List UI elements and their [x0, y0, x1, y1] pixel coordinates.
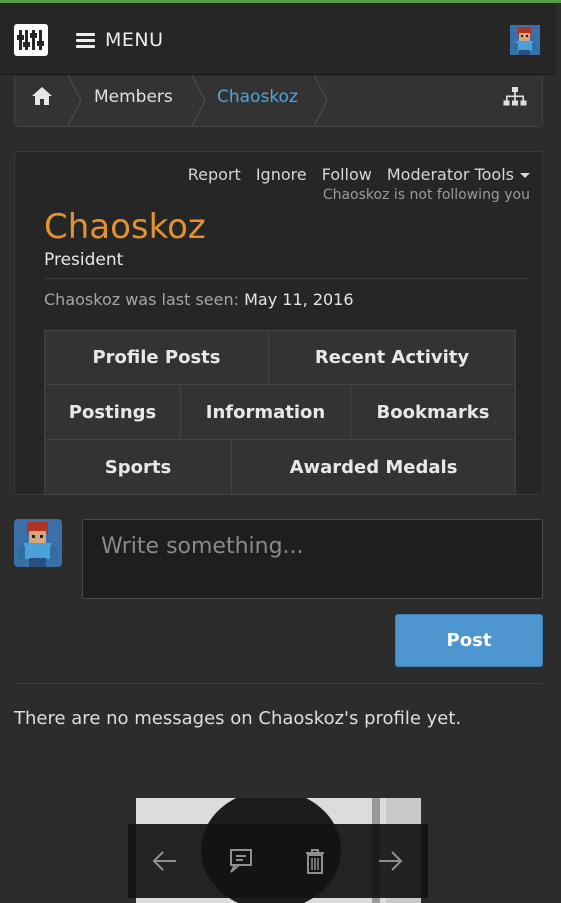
arrow-left-icon[interactable]	[150, 846, 180, 876]
trash-icon[interactable]	[300, 846, 330, 876]
breadcrumb-separator	[191, 74, 207, 127]
last-seen-value: May 11, 2016	[244, 290, 354, 309]
tab-postings[interactable]: Postings	[44, 384, 181, 440]
breadcrumb-separator	[67, 74, 83, 127]
hamburger-icon	[76, 32, 95, 48]
last-seen-label: Chaoskoz was last seen:	[44, 290, 240, 309]
menu-button[interactable]: MENU	[76, 25, 164, 55]
follow-status: Chaoskoz is not following you	[322, 187, 530, 203]
tab-bookmarks[interactable]: Bookmarks	[350, 384, 516, 440]
navbar: MENU	[0, 3, 556, 75]
report-link[interactable]: Report	[188, 165, 241, 184]
profile-post-input[interactable]: Write something...	[82, 519, 543, 599]
page: MENU Members Chaoskoz Report Ignore Foll…	[0, 0, 561, 903]
profile-username: Chaoskoz	[44, 207, 206, 247]
breadcrumb-current[interactable]: Chaoskoz	[217, 87, 298, 107]
comment-icon[interactable]	[225, 846, 255, 876]
moderator-tools-menu[interactable]: Moderator Tools	[387, 165, 530, 184]
profile-card: Report Ignore Follow Moderator Tools Cha…	[14, 151, 543, 495]
divider	[14, 683, 543, 684]
profile-user-title: President	[44, 250, 124, 270]
image-viewer-toolbar	[128, 824, 428, 898]
profile-actions: Report Ignore Follow Moderator Tools	[188, 165, 530, 184]
moderator-tools-label: Moderator Tools	[386, 165, 514, 184]
empty-messages-text: There are no messages on Chaoskoz's prof…	[14, 708, 462, 729]
breadcrumb-members[interactable]: Members	[94, 87, 173, 107]
sitemap-icon[interactable]	[503, 87, 527, 107]
app-logo[interactable]	[14, 24, 48, 56]
tab-awarded-medals[interactable]: Awarded Medals	[231, 439, 516, 495]
tab-recent-activity[interactable]: Recent Activity	[268, 330, 516, 385]
profile-post-placeholder: Write something...	[101, 534, 304, 559]
breadcrumb: Members Chaoskoz	[14, 74, 543, 127]
ignore-link[interactable]: Ignore	[256, 165, 307, 184]
tab-information[interactable]: Information	[180, 384, 351, 440]
follow-link[interactable]: Follow	[322, 165, 372, 184]
tab-sports[interactable]: Sports	[44, 439, 232, 495]
last-seen: Chaoskoz was last seen: May 11, 2016	[44, 290, 354, 309]
post-button[interactable]: Post	[395, 614, 543, 667]
compose-avatar	[14, 519, 62, 567]
user-avatar[interactable]	[510, 25, 540, 55]
tab-profile-posts[interactable]: Profile Posts	[44, 330, 269, 385]
home-icon[interactable]	[31, 86, 53, 106]
profile-tabs: Profile Posts Recent Activity Postings I…	[44, 330, 516, 495]
caret-down-icon	[520, 173, 530, 178]
menu-label: MENU	[105, 29, 164, 51]
divider	[44, 278, 530, 279]
breadcrumb-separator	[313, 74, 329, 127]
arrow-right-icon[interactable]	[375, 846, 405, 876]
